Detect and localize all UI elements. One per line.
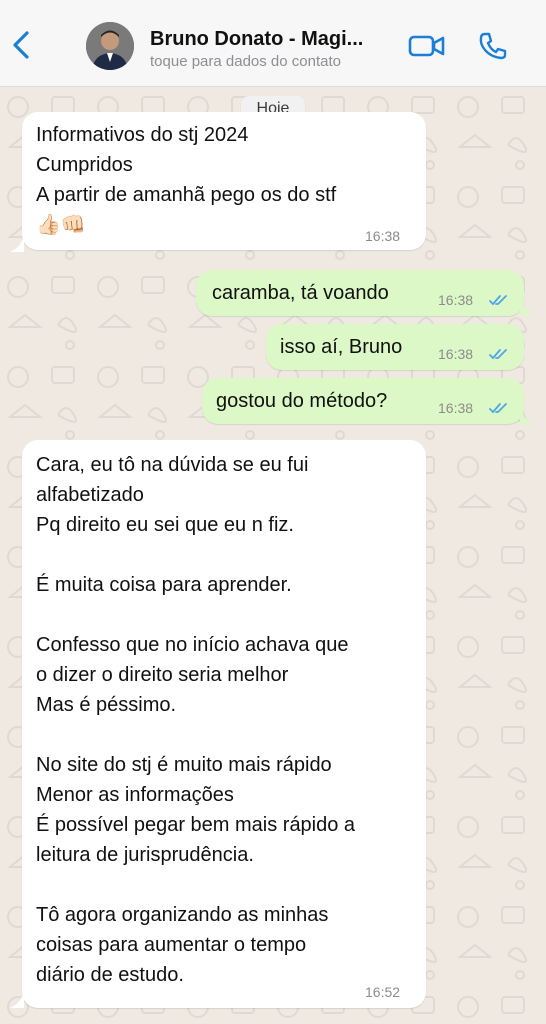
video-call-icon[interactable]	[408, 32, 446, 60]
avatar-photo	[86, 22, 134, 70]
chat-header: Bruno Donato - Magi... toque para dados …	[0, 0, 546, 87]
double-check-icon	[489, 295, 507, 306]
phone-call-icon[interactable]	[478, 31, 508, 61]
message-text: Informativos do stj 2024 Cumpridos A par…	[36, 124, 337, 236]
message-time: 16:52	[365, 984, 401, 1000]
bubble-tail	[10, 992, 24, 1008]
message-bubble-incoming[interactable]: Cara, eu tô na dúvida se eu fui alfabeti…	[22, 440, 426, 1008]
message-bubble-incoming[interactable]: Informativos do stj 2024 Cumpridos A par…	[22, 112, 426, 250]
bubble-tail	[10, 236, 24, 252]
message-bubble-outgoing[interactable]: caramba, tá voando 16:38	[196, 270, 524, 316]
message-time: 16:38	[365, 228, 401, 244]
contact-name[interactable]: Bruno Donato - Magi...	[150, 28, 363, 51]
message-time: 16:38	[438, 292, 474, 308]
bubble-tail	[520, 300, 534, 316]
message-text: Cara, eu tô na dúvida se eu fui alfabeti…	[36, 454, 356, 986]
bubble-tail	[520, 408, 534, 424]
message-text: isso aí, Bruno	[280, 336, 403, 358]
message-bubble-outgoing[interactable]: gostou do método? 16:38	[202, 378, 524, 424]
message-text: caramba, tá voando	[212, 282, 389, 304]
double-check-icon	[489, 403, 507, 414]
contact-subtitle[interactable]: toque para dados do contato	[150, 53, 341, 70]
avatar[interactable]	[86, 22, 134, 70]
back-chevron-icon[interactable]	[8, 30, 34, 60]
double-check-icon	[489, 349, 507, 360]
message-time: 16:38	[438, 400, 474, 416]
message-bubble-outgoing[interactable]: isso aí, Bruno 16:38	[266, 324, 524, 370]
message-time: 16:38	[438, 346, 474, 362]
message-text: gostou do método?	[216, 390, 388, 412]
